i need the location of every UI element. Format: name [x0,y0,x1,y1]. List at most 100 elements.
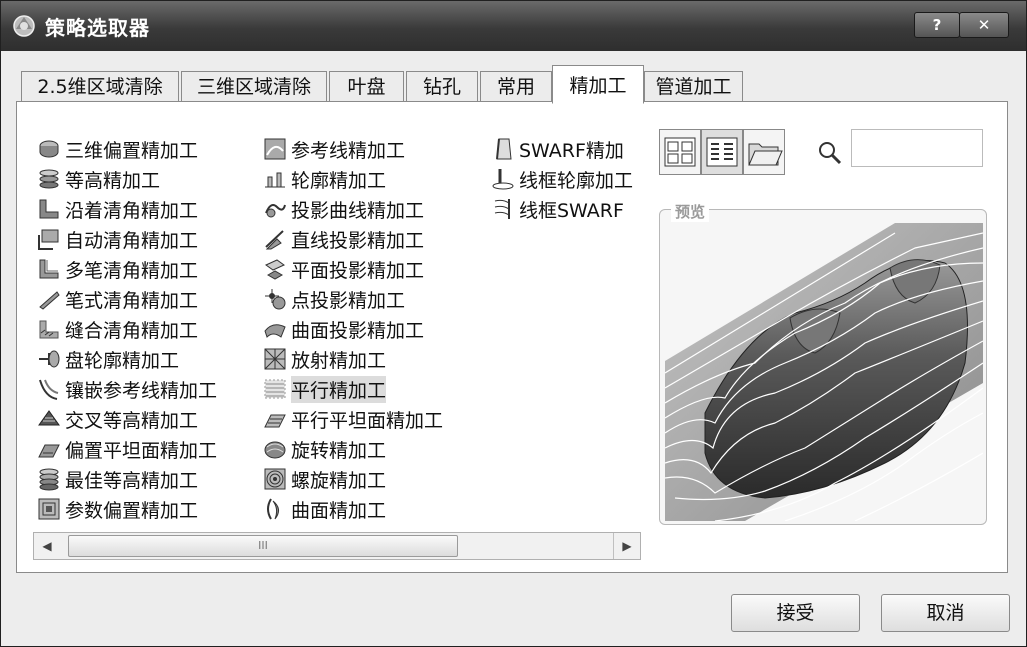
list-item[interactable]: 三维偏置精加工 [37,134,217,164]
list-item[interactable]: 偏置平坦面精加工 [37,434,217,464]
list-item[interactable]: 平行平坦面精加工 [263,404,443,434]
list-item[interactable]: 投影曲线精加工 [263,194,443,224]
large-icons-view-button[interactable] [659,129,701,175]
list-item-label: 沿着清角精加工 [65,199,199,222]
close-button[interactable]: ✕ [959,12,1009,38]
list-item[interactable]: 交叉等高精加工 [37,404,217,434]
embedded-pattern-icon [39,379,59,400]
open-folder-button[interactable] [743,129,785,175]
list-item[interactable]: 参考线精加工 [263,134,443,164]
list-item[interactable]: 平面投影精加工 [263,254,443,284]
list-item-label: 曲面精加工 [291,499,387,522]
list-item[interactable]: 笔式清角精加工 [37,284,217,314]
list-item[interactable]: 平行精加工 [263,374,443,404]
offset-flat-icon [38,444,60,458]
preview-image [665,223,983,521]
horizontal-scrollbar[interactable]: ◀ III ▶ [33,532,641,560]
tab-port-machining[interactable]: 管道加工 [644,71,743,103]
surface-icon [267,498,279,520]
list-item[interactable]: 多笔清角精加工 [37,254,217,284]
list-item-label: 笔式清角精加工 [65,289,199,312]
parametric-offset-icon [38,498,60,520]
list-item-label: 参考线精加工 [291,139,406,162]
list-item-label: 盘轮廓精加工 [65,349,180,372]
list-item-label: 最佳等高精加工 [65,469,199,492]
list-item-label: 平面投影精加工 [291,259,425,282]
list-item-label: 螺旋精加工 [291,469,387,492]
list-item[interactable]: 自动清角精加工 [37,224,217,254]
list-item-label: 点投影精加工 [291,289,406,312]
pattern-icon [264,138,286,160]
preview-label: 预览 [671,201,710,222]
rotary-icon [264,441,286,459]
projection-line-icon [265,230,284,250]
tab-finishing[interactable]: 精加工 [552,65,644,104]
list-item[interactable]: 轮廓精加工 [263,164,443,194]
list-item-label: 线框轮廓加工 [519,169,634,192]
list-item-label: 平行精加工 [291,375,387,403]
list-item-label: 镶嵌参考线精加工 [65,379,218,402]
pencil-corner-icon [39,291,60,310]
projection-surface-icon [264,324,286,338]
list-view-button[interactable] [701,129,743,175]
list-item[interactable]: 盘轮廓精加工 [37,344,217,374]
list-item-label: 多笔清角精加工 [65,259,199,282]
list-item-label: 交叉等高精加工 [65,409,199,432]
list-item-label: 轮廓精加工 [291,169,387,192]
swarf-icon [496,138,512,160]
list-item-label: 自动清角精加工 [65,229,199,252]
tab-drilling[interactable]: 钻孔 [406,71,478,103]
dialog-title: 策略选取器 [45,16,150,40]
list-item-label: 旋转精加工 [291,439,387,462]
list-item[interactable]: 镶嵌参考线精加工 [37,374,217,404]
tab-2-5d-area-clearance[interactable]: 2.5维区域清除 [21,71,179,103]
list-item[interactable]: 线框轮廓加工 [491,164,633,194]
list-item-label: 投影曲线精加工 [291,199,425,222]
multi-pencil-icon [39,259,59,279]
list-item[interactable]: 螺旋精加工 [263,464,443,494]
constant-z-icon [39,169,59,189]
list-item[interactable]: 沿着清角精加工 [37,194,217,224]
list-item-label: 放射精加工 [291,349,387,372]
list-item[interactable]: 等高精加工 [37,164,217,194]
list-item[interactable]: 线框SWARF [491,194,633,224]
wireframe-profile-icon [492,169,514,190]
list-item-label: 线框SWARF [519,199,624,222]
auto-corner-icon [38,229,59,250]
raster-flat-icon [264,414,286,428]
projection-curve-icon [265,204,286,218]
accept-button[interactable]: 接受 [731,594,860,632]
title-bar: 策略选取器 ? ✕ [1,1,1026,51]
list-item-label: 等高精加工 [65,169,161,192]
strategy-column-1: 三维偏置精加工 等高精加工 沿着清角精加工 自动清角精加工 多笔清角精加工 笔式… [37,134,217,524]
list-item[interactable]: 缝合清角精加工 [37,314,217,344]
help-button[interactable]: ? [914,12,960,38]
spiral-icon [264,468,286,490]
cancel-button[interactable]: 取消 [881,594,1010,632]
list-item-label: 直线投影精加工 [291,229,425,252]
tab-common[interactable]: 常用 [480,71,552,103]
list-view-icon [706,137,738,167]
list-item[interactable]: 旋转精加工 [263,434,443,464]
list-item[interactable]: 参数偏置精加工 [37,494,217,524]
offset-3d-icon [39,140,59,158]
list-item[interactable]: 点投影精加工 [263,284,443,314]
list-item-label: 参数偏置精加工 [65,499,199,522]
list-item[interactable]: 直线投影精加工 [263,224,443,254]
folder-icon [748,143,783,166]
radial-icon [264,348,286,370]
list-item[interactable]: SWARF精加 [491,134,633,164]
search-input[interactable] [851,129,983,167]
list-item[interactable]: 放射精加工 [263,344,443,374]
list-item[interactable]: 曲面投影精加工 [263,314,443,344]
list-item[interactable]: 曲面精加工 [263,494,443,524]
search-icon [819,142,842,165]
scroll-right-arrow-icon[interactable]: ▶ [613,533,640,559]
list-item[interactable]: 最佳等高精加工 [37,464,217,494]
tab-3d-area-clearance[interactable]: 三维区域清除 [181,71,327,103]
scroll-left-arrow-icon[interactable]: ◀ [34,533,60,559]
stitch-corner-icon [39,320,59,339]
tab-blisk[interactable]: 叶盘 [329,71,404,103]
scrollbar-thumb[interactable]: III [68,535,458,557]
profile-icon [265,172,285,188]
